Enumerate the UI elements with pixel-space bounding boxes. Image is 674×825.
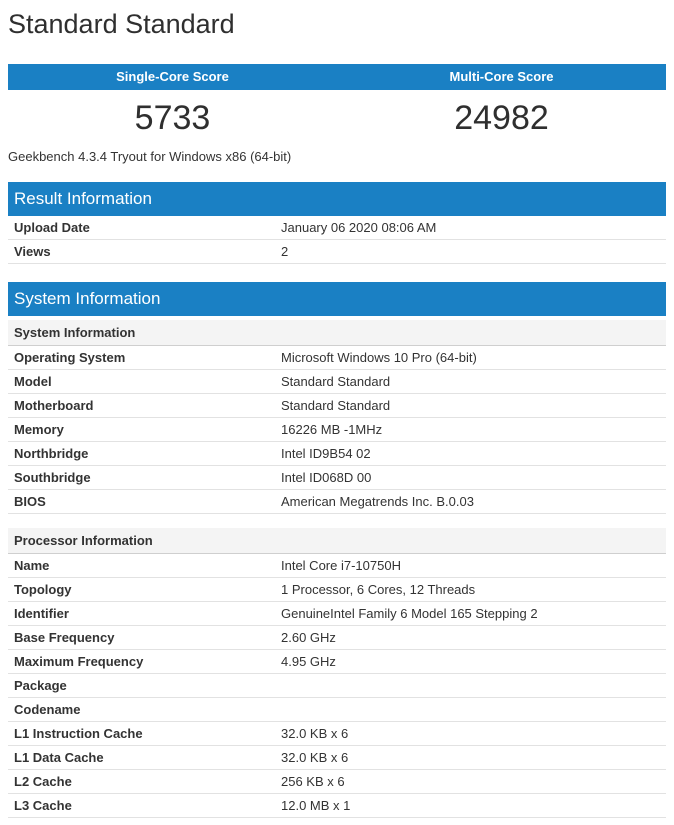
score-values-row: 5733 24982 xyxy=(8,90,666,149)
row-value: 32.0 KB x 6 xyxy=(281,750,666,765)
row-value: 2.60 GHz xyxy=(281,630,666,645)
table-row: Motherboard Standard Standard xyxy=(8,394,666,418)
row-label: Motherboard xyxy=(8,398,281,413)
row-label: Views xyxy=(8,244,281,259)
row-label: Model xyxy=(8,374,281,389)
table-row: L2 Cache 256 KB x 6 xyxy=(8,770,666,794)
multi-core-score-label: Multi-Core Score xyxy=(337,64,666,90)
row-value: Standard Standard xyxy=(281,374,666,389)
row-label: L2 Cache xyxy=(8,774,281,789)
row-value: Intel ID9B54 02 xyxy=(281,446,666,461)
row-value: Microsoft Windows 10 Pro (64-bit) xyxy=(281,350,666,365)
row-value: 16226 MB -1MHz xyxy=(281,422,666,437)
table-row: Operating System Microsoft Windows 10 Pr… xyxy=(8,346,666,370)
group-header: Processor Information xyxy=(8,528,666,554)
row-value: 256 KB x 6 xyxy=(281,774,666,789)
row-value: January 06 2020 08:06 AM xyxy=(281,220,666,235)
row-value: GenuineIntel Family 6 Model 165 Stepping… xyxy=(281,606,666,621)
table-row: Package xyxy=(8,674,666,698)
row-value: 32.0 KB x 6 xyxy=(281,726,666,741)
page-title: Standard Standard xyxy=(8,9,666,39)
table-row: Views 2 xyxy=(8,240,666,264)
row-label: L1 Data Cache xyxy=(8,750,281,765)
row-value: 1 Processor, 6 Cores, 12 Threads xyxy=(281,582,666,597)
section-title: Result Information xyxy=(8,182,666,216)
table-row: Identifier GenuineIntel Family 6 Model 1… xyxy=(8,602,666,626)
row-value: 4.95 GHz xyxy=(281,654,666,669)
row-label: Codename xyxy=(8,702,281,717)
table-row: Maximum Frequency 4.95 GHz xyxy=(8,650,666,674)
table-row: Base Frequency 2.60 GHz xyxy=(8,626,666,650)
table-row: Upload Date January 06 2020 08:06 AM xyxy=(8,216,666,240)
section: System Information System Information Op… xyxy=(8,282,666,818)
row-value: 2 xyxy=(281,244,666,259)
single-core-score-value: 5733 xyxy=(8,90,337,149)
row-label: Base Frequency xyxy=(8,630,281,645)
row-label: Package xyxy=(8,678,281,693)
row-label: BIOS xyxy=(8,494,281,509)
table-row: Topology 1 Processor, 6 Cores, 12 Thread… xyxy=(8,578,666,602)
table-row: Northbridge Intel ID9B54 02 xyxy=(8,442,666,466)
row-label: Upload Date xyxy=(8,220,281,235)
row-value: American Megatrends Inc. B.0.03 xyxy=(281,494,666,509)
row-label: Identifier xyxy=(8,606,281,621)
row-label: Name xyxy=(8,558,281,573)
row-value: 12.0 MB x 1 xyxy=(281,798,666,813)
multi-core-score-value: 24982 xyxy=(337,90,666,149)
row-value: Intel Core i7-10750H xyxy=(281,558,666,573)
table-row: L1 Data Cache 32.0 KB x 6 xyxy=(8,746,666,770)
section-title: System Information xyxy=(8,282,666,316)
table-row: Model Standard Standard xyxy=(8,370,666,394)
info-group: Processor Information Name Intel Core i7… xyxy=(8,528,666,818)
score-banner: Single-Core Score Multi-Core Score 5733 … xyxy=(8,64,666,149)
info-group: System Information Operating System Micr… xyxy=(8,320,666,514)
section: Result Information Upload Date January 0… xyxy=(8,182,666,264)
section-groups: Upload Date January 06 2020 08:06 AM Vie… xyxy=(8,216,666,264)
table-row: L3 Cache 12.0 MB x 1 xyxy=(8,794,666,818)
group-header: System Information xyxy=(8,320,666,346)
result-page: Standard Standard Single-Core Score Mult… xyxy=(0,0,674,818)
row-label: Topology xyxy=(8,582,281,597)
group-rows: Name Intel Core i7-10750H Topology 1 Pro… xyxy=(8,554,666,818)
score-header-bar: Single-Core Score Multi-Core Score xyxy=(8,64,666,90)
info-group: Upload Date January 06 2020 08:06 AM Vie… xyxy=(8,216,666,264)
sections: Result Information Upload Date January 0… xyxy=(8,182,666,818)
table-row: BIOS American Megatrends Inc. B.0.03 xyxy=(8,490,666,514)
table-row: Southbridge Intel ID068D 00 xyxy=(8,466,666,490)
group-rows: Operating System Microsoft Windows 10 Pr… xyxy=(8,346,666,514)
table-row: Codename xyxy=(8,698,666,722)
row-value: Intel ID068D 00 xyxy=(281,470,666,485)
table-row: L1 Instruction Cache 32.0 KB x 6 xyxy=(8,722,666,746)
table-row: Name Intel Core i7-10750H xyxy=(8,554,666,578)
row-label: Operating System xyxy=(8,350,281,365)
section-groups: System Information Operating System Micr… xyxy=(8,320,666,818)
row-label: L3 Cache xyxy=(8,798,281,813)
benchmark-version-note: Geekbench 4.3.4 Tryout for Windows x86 (… xyxy=(8,149,666,164)
row-label: Maximum Frequency xyxy=(8,654,281,669)
row-label: Northbridge xyxy=(8,446,281,461)
table-row: Memory 16226 MB -1MHz xyxy=(8,418,666,442)
row-label: Memory xyxy=(8,422,281,437)
group-rows: Upload Date January 06 2020 08:06 AM Vie… xyxy=(8,216,666,264)
row-label: L1 Instruction Cache xyxy=(8,726,281,741)
single-core-score-label: Single-Core Score xyxy=(8,64,337,90)
row-value: Standard Standard xyxy=(281,398,666,413)
row-label: Southbridge xyxy=(8,470,281,485)
